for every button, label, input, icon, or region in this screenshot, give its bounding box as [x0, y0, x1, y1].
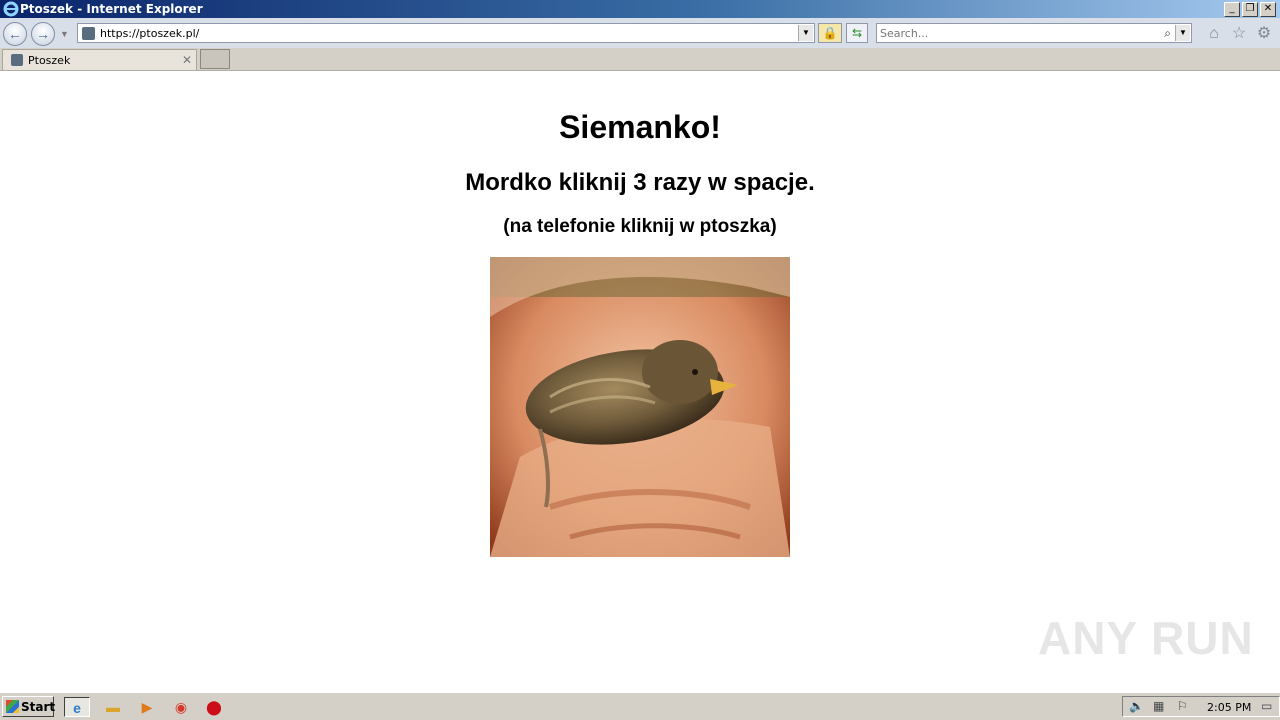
security-lock-button[interactable]: 🔒 — [818, 23, 842, 43]
system-tray: 🔈 ▦ ⚐ 2:05 PM ▭ — [1122, 696, 1280, 717]
taskbar-media-player[interactable]: ▶ — [134, 697, 160, 717]
tab-bar: Ptoszek ✕ — [0, 48, 1280, 71]
taskbar: Start e ▬ ▶ ◉ ⬤ 🔈 ▦ ⚐ 2:05 PM ▭ — [0, 692, 1280, 720]
window-titlebar: Ptoszek - Internet Explorer _ ❐ ✕ — [0, 0, 1280, 18]
bird-image[interactable] — [490, 257, 790, 557]
settings-gear-icon[interactable]: ⚙ — [1255, 25, 1273, 43]
address-bar[interactable]: https://ptoszek.pl/ ▼ — [77, 23, 815, 43]
navigation-bar: ← → ▼ https://ptoszek.pl/ ▼ 🔒 ⇆ ⌕ ▼ ⌂ ☆ … — [0, 18, 1280, 48]
address-url[interactable]: https://ptoszek.pl/ — [100, 27, 199, 40]
clock[interactable]: 2:05 PM — [1207, 701, 1251, 714]
taskbar-file-explorer[interactable]: ▬ — [100, 697, 126, 717]
favorites-star-icon[interactable]: ☆ — [1230, 25, 1248, 43]
close-window-button[interactable]: ✕ — [1260, 2, 1276, 17]
search-input[interactable] — [880, 26, 1150, 40]
windows-logo-icon — [6, 700, 19, 713]
forward-arrow-icon: → — [36, 26, 50, 42]
search-box[interactable]: ⌕ ▼ — [876, 23, 1192, 43]
anyrun-watermark: ANY RUN — [1038, 612, 1254, 664]
back-button[interactable]: ← — [3, 22, 27, 46]
bird-in-hand-illustration — [490, 257, 790, 557]
start-button[interactable]: Start — [2, 696, 56, 717]
opera-icon: ⬤ — [206, 699, 222, 715]
page-subheading: Mordko kliknij 3 razy w spacje. — [465, 169, 815, 196]
taskbar-internet-explorer[interactable]: e — [64, 697, 90, 717]
media-player-icon: ▶ — [141, 699, 153, 715]
lock-icon: 🔒 — [822, 26, 838, 40]
network-icon[interactable]: ▦ — [1153, 699, 1164, 713]
address-dropdown-icon[interactable]: ▼ — [798, 25, 813, 41]
forward-button[interactable]: → — [31, 22, 55, 46]
minimize-button[interactable]: _ — [1224, 2, 1240, 17]
refresh-icon: ⇆ — [851, 26, 863, 40]
window-controls: _ ❐ ✕ — [1224, 2, 1276, 17]
taskbar-chrome[interactable]: ◉ — [168, 697, 194, 717]
tab-ptoszek[interactable]: Ptoszek ✕ — [2, 49, 197, 70]
chrome-icon: ◉ — [174, 699, 188, 715]
back-arrow-icon: ← — [8, 26, 22, 42]
folder-icon: ▬ — [106, 699, 120, 715]
show-desktop-icon[interactable]: ▭ — [1261, 699, 1272, 713]
start-label: Start — [21, 700, 56, 714]
home-icon[interactable]: ⌂ — [1205, 25, 1223, 43]
window-title: Ptoszek - Internet Explorer — [20, 2, 203, 16]
volume-icon[interactable]: 🔈 — [1129, 699, 1144, 713]
taskbar-opera[interactable]: ⬤ — [201, 697, 227, 717]
page-note: (na telefonie kliknij w ptoszka) — [503, 216, 777, 237]
site-favicon-icon — [82, 27, 95, 40]
internet-explorer-icon — [3, 1, 19, 17]
search-icon[interactable]: ⌕ — [1164, 26, 1171, 41]
page-heading: Siemanko! — [559, 109, 721, 145]
search-dropdown-icon[interactable]: ▼ — [1175, 25, 1190, 41]
tab-label: Ptoszek — [28, 54, 71, 67]
history-dropdown-icon[interactable]: ▼ — [60, 29, 69, 39]
new-tab-button[interactable] — [200, 49, 230, 69]
refresh-button[interactable]: ⇆ — [846, 23, 868, 43]
tab-close-icon[interactable]: ✕ — [182, 53, 192, 67]
action-center-flag-icon[interactable]: ⚐ — [1177, 699, 1188, 713]
restore-button[interactable]: ❐ — [1242, 2, 1258, 17]
page-content: Siemanko! Mordko kliknij 3 razy w spacje… — [0, 71, 1280, 692]
internet-explorer-icon: e — [73, 700, 81, 716]
tab-favicon-icon — [11, 54, 23, 66]
